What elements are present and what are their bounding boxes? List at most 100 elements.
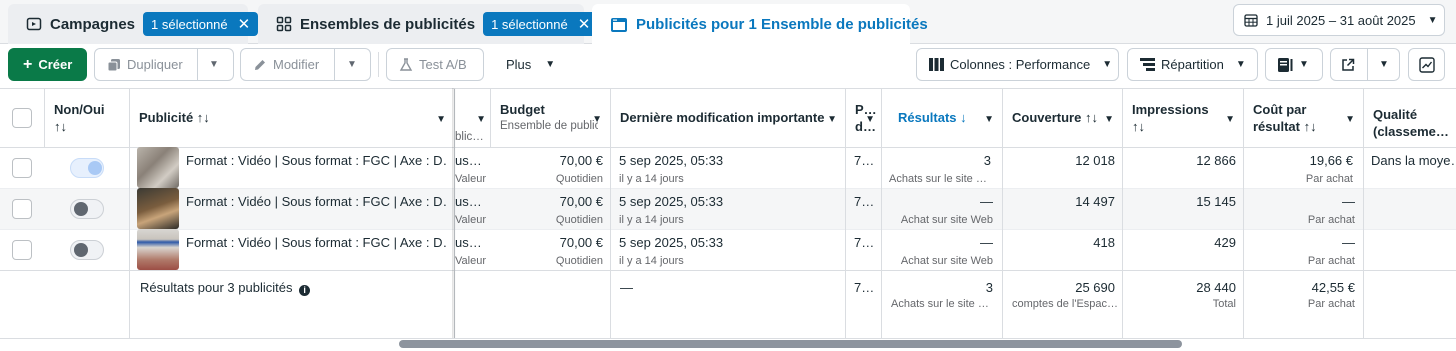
ad-toggle[interactable]: [70, 158, 104, 178]
budget-value[interactable]: 70,00 €: [490, 194, 603, 209]
create-button[interactable]: + Créer: [8, 48, 87, 81]
column-header-reach[interactable]: Couverture ↑↓ ▼: [1002, 89, 1122, 147]
adsets-selection-chip-label: 1 sélectionné: [491, 16, 568, 32]
ad-thumbnail[interactable]: [137, 229, 179, 270]
column-header-quality-label-2: (classeme…: [1373, 124, 1449, 139]
cpr-type: Par achat: [1305, 173, 1353, 185]
tab-bar: Campagnes 1 sélectionné ✕ Ensembles de p…: [0, 0, 1456, 45]
campaigns-selection-chip-label: 1 sélectionné: [151, 16, 228, 32]
p-col-value: 7…: [854, 153, 875, 168]
columns-button[interactable]: Colonnes : Performance ▼: [916, 48, 1119, 81]
ad-name-link[interactable]: Format : Vidéo | Sous format : FGC | Axe…: [186, 235, 448, 250]
external-link-icon: [1341, 58, 1355, 72]
ad-name-link[interactable]: Format : Vidéo | Sous format : FGC | Axe…: [186, 194, 448, 209]
results-type: Achat sur site Web: [900, 214, 993, 226]
columns-button-label: Colonnes : Performance: [950, 57, 1091, 72]
caret-down-icon: ▼: [592, 114, 602, 125]
plus-icon: +: [23, 55, 33, 73]
date-range-picker[interactable]: 1 juil 2025 – 31 août 2025 ▼: [1233, 4, 1445, 36]
duplicate-button[interactable]: Dupliquer ▼: [94, 48, 234, 81]
caret-down-icon: ▼: [1235, 59, 1246, 70]
ad-name-link[interactable]: Format : Vidéo | Sous format : FGC | Axe…: [186, 153, 448, 168]
caret-down-icon: ▼: [1299, 59, 1309, 70]
column-header-last-edit-label: Dernière modification importante: [620, 110, 825, 125]
ads-table: Non/Oui ↑↓ Publicité ↑↓ ▼ ▼ blic… Budget…: [0, 88, 1456, 351]
charts-button[interactable]: [1408, 48, 1445, 81]
campaigns-selection-chip[interactable]: 1 sélectionné ✕: [143, 12, 259, 36]
export-button[interactable]: ▼: [1330, 48, 1400, 81]
column-header-onoff[interactable]: Non/Oui ↑↓: [44, 89, 129, 147]
results-type: Achat sur site Web: [900, 255, 993, 267]
column-header-results[interactable]: Résultats ↓ ▼: [881, 89, 1002, 147]
row-checkbox[interactable]: [12, 240, 32, 260]
chevron-down-icon: ▼: [1427, 14, 1438, 26]
pencil-icon: [253, 58, 267, 72]
budget-value[interactable]: 70,00 €: [490, 153, 603, 168]
totals-results: 3: [985, 280, 993, 295]
ab-test-button[interactable]: Test A/B: [386, 48, 484, 81]
column-header-budget-label: Budget: [500, 102, 545, 117]
ad-thumbnail[interactable]: [137, 147, 179, 188]
last-edit-relative: il y a 14 jours: [619, 173, 684, 185]
column-header-last-edit[interactable]: Dernière modification importante ▼: [610, 89, 845, 147]
cpr-value: —: [1342, 194, 1355, 209]
edit-button-label: Modifier: [273, 57, 320, 72]
column-header-impressions[interactable]: Impressions ↑↓ ▼: [1122, 89, 1243, 147]
close-icon[interactable]: ✕: [578, 15, 591, 33]
column-header-budget[interactable]: Budget Ensemble de public… ▼: [490, 89, 610, 147]
column-header-ad[interactable]: Publicité ↑↓ ▼: [129, 89, 454, 147]
reports-icon: [1278, 57, 1293, 72]
cpr-value-text[interactable]: 19,66 €: [1309, 153, 1353, 168]
ad-toggle[interactable]: [70, 240, 104, 260]
column-header-cpr-label: Coût par: [1253, 102, 1307, 117]
row-hidden-sub: Valeur: [455, 214, 486, 226]
totals-cpr-type: Par achat: [1307, 298, 1355, 310]
caret-down-icon: ▼: [436, 114, 446, 125]
cpr-value: 19,66 €: [1243, 153, 1353, 168]
toolbar-divider: [378, 52, 379, 77]
cpr-type: Par achat: [1307, 255, 1355, 267]
totals-reach-text[interactable]: 25 690: [1075, 280, 1115, 295]
totals-cpr-text[interactable]: 42,55 €: [1311, 280, 1355, 295]
chevron-down-icon[interactable]: ▼: [209, 59, 219, 70]
cpr-value: —: [1342, 235, 1355, 250]
adsets-selection-chip[interactable]: 1 sélectionné ✕: [483, 12, 599, 36]
ad-toggle[interactable]: [70, 199, 104, 219]
select-all-checkbox[interactable]: [12, 108, 32, 128]
horizontal-scrollbar[interactable]: [399, 340, 1182, 348]
caret-down-icon: ▼: [1102, 59, 1113, 70]
edit-button[interactable]: Modifier ▼: [240, 48, 371, 81]
ad-thumbnail[interactable]: [137, 188, 179, 229]
row-checkbox[interactable]: [12, 158, 32, 178]
tab-ads[interactable]: Publicités pour 1 Ensemble de publicités: [592, 4, 928, 45]
column-header-quality[interactable]: Qualité (classeme…: [1363, 89, 1456, 147]
column-header-impressions-label: Impressions: [1132, 102, 1209, 117]
column-header-p[interactable]: P… d… ▼: [845, 89, 881, 147]
budget-type: Quotidien: [555, 214, 603, 226]
columns-icon: [929, 58, 944, 71]
breakdown-icon: [1140, 58, 1155, 71]
tab-adsets[interactable]: Ensembles de publicités 1 sélectionné ✕: [258, 4, 599, 44]
column-header-hidden[interactable]: ▼ blic…: [455, 89, 490, 147]
impressions-value: 12 866: [1196, 153, 1236, 168]
row-hidden-value: us…: [455, 153, 482, 168]
impressions-value: 15 145: [1196, 194, 1236, 209]
results-value-text[interactable]: 3: [983, 153, 991, 168]
budget-value[interactable]: 70,00 €: [490, 235, 603, 250]
column-header-onoff-sort: ↑↓: [54, 119, 67, 134]
reports-button[interactable]: ▼: [1265, 48, 1323, 81]
row-checkbox[interactable]: [12, 199, 32, 219]
tab-campaigns[interactable]: Campagnes 1 sélectionné ✕: [8, 4, 259, 44]
chevron-down-icon[interactable]: ▼: [1379, 59, 1389, 70]
p-col-value: 7…: [854, 235, 875, 250]
breakdown-button[interactable]: Répartition ▼: [1127, 48, 1258, 81]
info-icon[interactable]: i: [299, 285, 311, 296]
column-header-cost-per-result[interactable]: Coût par résultat ↑↓ ▼: [1243, 89, 1363, 147]
breakdown-button-label: Répartition: [1161, 57, 1224, 72]
caret-down-icon: ▼: [1345, 114, 1355, 125]
reach-value: 12 018: [1075, 153, 1115, 168]
more-button[interactable]: Plus ▼: [494, 48, 564, 81]
adsets-grid-icon: [276, 15, 292, 33]
chevron-down-icon[interactable]: ▼: [347, 59, 357, 70]
close-icon[interactable]: ✕: [238, 15, 251, 33]
